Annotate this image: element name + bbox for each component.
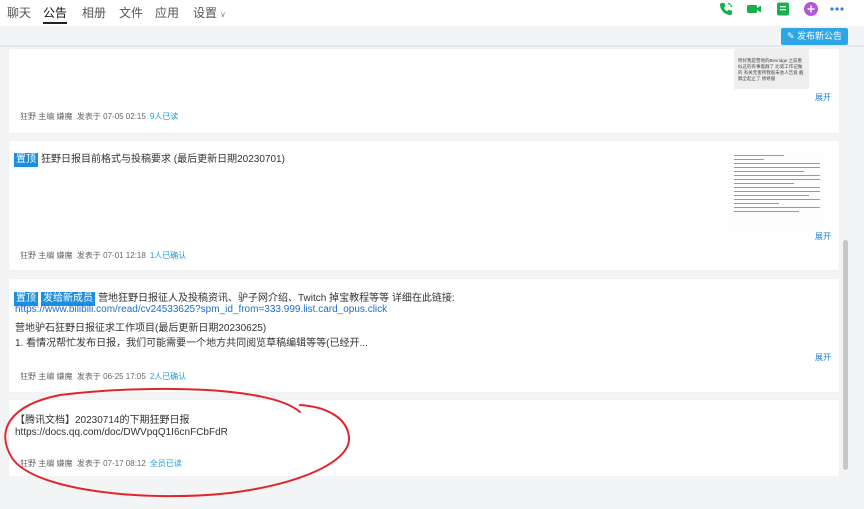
annotation-ellipse bbox=[4, 387, 351, 498]
